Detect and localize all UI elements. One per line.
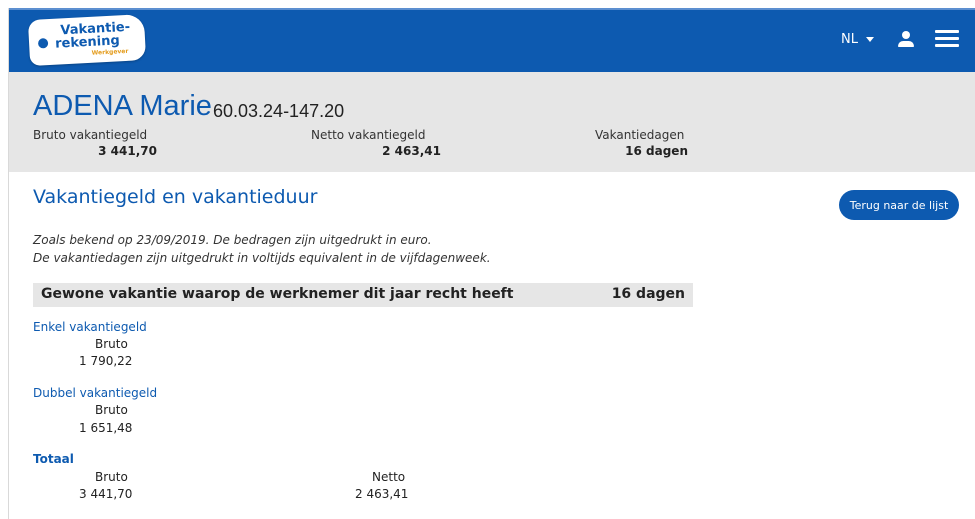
entitlement-value: 16 dagen [611,286,685,302]
totaal-netto-value: 2 463,41 [355,487,409,501]
vakantierekening-logo[interactable]: Vakantie- rekening Werkgever [27,13,147,67]
caret-down-icon [865,37,874,42]
app-frame: Vakantie- rekening Werkgever NL ADENA Ma… [8,8,975,519]
dubbel-bruto-label: Bruto [95,403,128,417]
logo-line-3: Werkgever [91,47,129,57]
totaal-bruto-label: Bruto [95,470,128,484]
bruto-vakantiegeld-label: Bruto vakantiegeld [33,128,148,142]
national-number: 60.03.24-147.20 [213,101,345,121]
totaal-bruto-value: 3 441,70 [79,487,133,501]
bruto-vakantiegeld-value: 3 441,70 [98,144,157,158]
back-to-list-button[interactable]: Terug naar de lijst [839,190,959,220]
page-title: Vakantiegeld en vakantieduur [33,186,318,208]
user-icon[interactable] [898,30,914,50]
vakantiedagen-value: 16 dagen [625,144,688,158]
dubbel-vakantiegeld-title: Dubbel vakantiegeld [33,386,158,400]
vakantiedagen-label: Vakantiedagen [595,128,685,142]
language-label: NL [841,32,858,47]
top-navigation-bar: Vakantie- rekening Werkgever NL [9,8,975,72]
hamburger-menu-icon[interactable] [935,30,959,48]
employee-name: ADENA Marie [33,90,212,122]
entitlement-bar: Gewone vakantie waarop de werknemer dit … [33,283,693,307]
netto-vakantiegeld-value: 2 463,41 [382,144,441,158]
enkel-bruto-value: 1 790,22 [79,354,133,368]
entitlement-label: Gewone vakantie waarop de werknemer dit … [41,286,514,302]
dubbel-bruto-value: 1 651,48 [79,421,133,435]
totaal-title: Totaal [33,452,74,466]
netto-vakantiegeld-label: Netto vakantiegeld [311,128,426,142]
totaal-netto-label: Netto [372,470,406,484]
logo-dot-icon [37,38,49,49]
enkel-vakantiegeld-title: Enkel vakantiegeld [33,320,147,334]
info-note-line-1: Zoals bekend op 23/09/2019. De bedragen … [33,233,432,247]
info-note-line-2: De vakantiedagen zijn uitgedrukt in volt… [33,251,491,265]
employee-summary-panel: ADENA Marie 60.03.24-147.20 Bruto vakant… [9,72,975,172]
enkel-bruto-label: Bruto [95,337,128,351]
language-selector[interactable]: NL [841,32,874,47]
